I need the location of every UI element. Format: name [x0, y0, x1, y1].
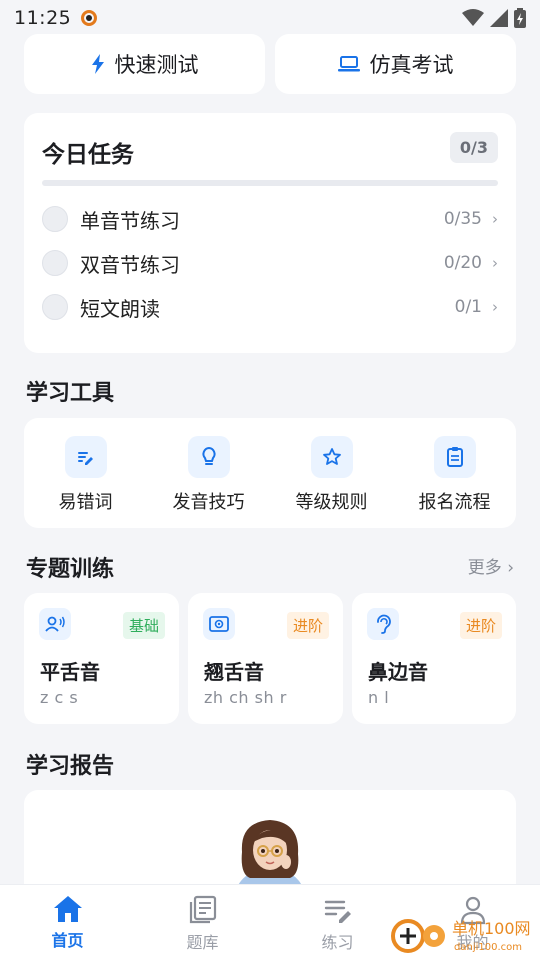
topic-subtitle: n l — [368, 688, 390, 707]
library-icon — [189, 895, 216, 924]
laptop-icon — [337, 56, 360, 72]
tool-registration-process[interactable]: 报名流程 — [393, 418, 516, 528]
tool-error-words[interactable]: 易错词 — [24, 418, 147, 528]
daily-tasks-title: 今日任务 — [42, 142, 134, 168]
daily-tasks-progress-bar — [42, 180, 498, 186]
task-label: 短文朗读 — [80, 296, 160, 321]
quick-test-button[interactable]: 快速测试 — [24, 34, 265, 94]
task-checkbox[interactable] — [42, 294, 68, 320]
daily-tasks-card: 今日任务 0/3 单音节练习 0/35 › 双音节练习 0/20 › 短文朗读 … — [24, 113, 516, 353]
tool-label: 报名流程 — [418, 492, 491, 513]
task-checkbox[interactable] — [42, 206, 68, 232]
voice-icon — [39, 608, 71, 640]
topic-subtitle: z c s — [40, 688, 79, 707]
svg-text:单机100网: 单机100网 — [452, 919, 531, 938]
ear-icon — [367, 608, 399, 640]
task-row-single-syllable[interactable]: 单音节练习 0/35 › — [42, 199, 498, 239]
topic-level-badge: 基础 — [122, 612, 165, 639]
task-count: 0/35 — [443, 209, 482, 229]
tool-label: 等级规则 — [295, 492, 368, 513]
status-bar: 11:25 — [0, 0, 540, 36]
tool-label: 易错词 — [58, 492, 113, 513]
task-count: 0/20 — [443, 253, 482, 273]
task-row-double-syllable[interactable]: 双音节练习 0/20 › — [42, 243, 498, 283]
topic-subtitle: zh ch sh r — [204, 688, 287, 707]
task-label: 双音节练习 — [80, 252, 180, 277]
lightbulb-icon — [187, 436, 230, 478]
daily-tasks-count-badge: 0/3 — [449, 132, 498, 163]
lightning-icon — [91, 54, 104, 74]
tool-pronunciation-tips[interactable]: 发音技巧 — [147, 418, 270, 528]
notification-app-icon — [81, 10, 98, 26]
chevron-right-icon: › — [492, 254, 498, 272]
clipboard-icon — [433, 436, 476, 478]
home-icon — [53, 896, 82, 922]
study-report-title: 学习报告 — [26, 754, 115, 779]
chevron-right-icon: › — [492, 298, 498, 316]
chevron-right-icon: › — [492, 210, 498, 228]
topic-training-title: 专题训练 — [26, 557, 115, 582]
battery-icon — [514, 8, 526, 28]
study-tools-card: 易错词 发音技巧 等级规则 报名流程 — [24, 418, 516, 528]
mock-exam-label: 仿真考试 — [369, 53, 454, 77]
nav-item-practice[interactable]: 练习 — [270, 885, 405, 960]
topic-card-flat-tongue[interactable]: 基础 平舌音 z c s — [24, 593, 179, 724]
task-count: 0/1 — [454, 297, 482, 317]
nav-item-home[interactable]: 首页 — [0, 885, 135, 960]
topic-card-retroflex[interactable]: 进阶 翘舌音 zh ch sh r — [188, 593, 343, 724]
svg-text:danji100.com: danji100.com — [454, 942, 522, 953]
topic-level-badge: 进阶 — [459, 612, 502, 639]
nav-label: 练习 — [321, 933, 354, 952]
star-icon — [310, 436, 353, 478]
topic-card-nasal-lateral[interactable]: 进阶 鼻边音 n l — [352, 593, 516, 724]
nav-item-question-bank[interactable]: 题库 — [135, 885, 270, 960]
more-topics-link[interactable]: 更多 › — [468, 553, 514, 578]
watermark-logo: 单机100网 danji100.com — [390, 910, 540, 958]
tool-label: 发音技巧 — [172, 492, 245, 513]
topic-name: 鼻边音 — [368, 660, 428, 684]
wifi-icon — [462, 9, 484, 26]
status-icons — [462, 8, 526, 28]
edit-list-icon — [64, 436, 107, 478]
signal-icon — [490, 9, 508, 27]
task-row-passage-reading[interactable]: 短文朗读 0/1 › — [42, 287, 498, 327]
topic-name: 平舌音 — [40, 660, 100, 684]
topic-level-badge: 进阶 — [286, 612, 329, 639]
study-tools-title: 学习工具 — [26, 381, 115, 406]
mock-exam-button[interactable]: 仿真考试 — [275, 34, 516, 94]
quick-test-label: 快速测试 — [114, 53, 199, 77]
topic-name: 翘舌音 — [204, 660, 264, 684]
tool-level-rules[interactable]: 等级规则 — [270, 418, 393, 528]
target-icon — [203, 608, 235, 640]
nav-label: 首页 — [51, 931, 84, 950]
task-label: 单音节练习 — [80, 208, 180, 233]
task-checkbox[interactable] — [42, 250, 68, 276]
practice-icon — [324, 900, 351, 923]
nav-label: 题库 — [186, 933, 219, 952]
status-time: 11:25 — [14, 7, 72, 29]
